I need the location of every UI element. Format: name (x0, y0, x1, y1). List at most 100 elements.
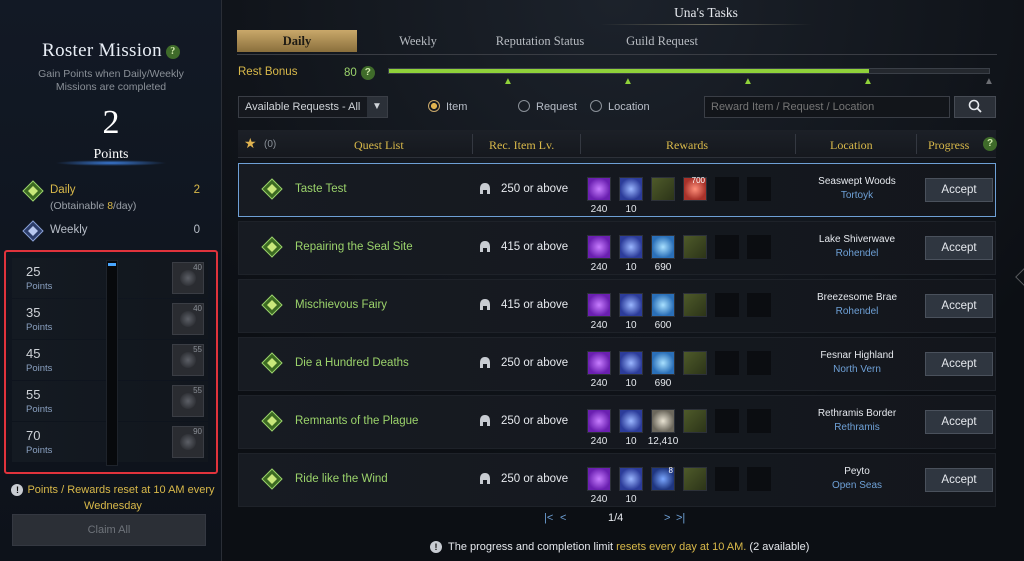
help-icon[interactable]: ? (983, 137, 997, 151)
frame-corner-ornament (1015, 267, 1024, 287)
chevron-down-icon: ▼ (367, 97, 387, 117)
helmet-icon (480, 357, 490, 368)
region-name[interactable]: Tortoyk (797, 190, 917, 201)
region-name[interactable]: Open Seas (797, 480, 917, 491)
accept-button[interactable]: Accept (925, 294, 993, 318)
tab-daily[interactable]: Daily (237, 30, 357, 52)
radio-item[interactable]: Item (428, 100, 467, 113)
quest-row[interactable]: Remnants of the Plague 250 or above 240 10 1… (238, 395, 996, 449)
tier-reward-chest-icon[interactable]: 40 (172, 262, 204, 294)
helmet-icon (480, 473, 490, 484)
blue-gem-icon[interactable] (619, 351, 643, 375)
tier-reward-chest-icon[interactable]: 90 (172, 426, 204, 458)
blue-gem-icon[interactable] (619, 235, 643, 259)
purple-gem-icon[interactable] (587, 351, 611, 375)
silver-coin-icon[interactable] (651, 409, 675, 433)
rest-bonus-fill (389, 69, 869, 73)
tier-reward-chest-icon[interactable]: 55 (172, 385, 204, 417)
feather-icon[interactable] (683, 467, 707, 491)
daily-missions-row: Daily 2 (Obtainable 8/day) (22, 180, 200, 216)
feather-icon[interactable] (683, 235, 707, 259)
blue-gem-icon[interactable] (619, 467, 643, 491)
feather-icon[interactable] (683, 409, 707, 433)
accept-button[interactable]: Accept (925, 178, 993, 202)
tier-reward-qty: 40 (193, 263, 202, 272)
quest-name: Repairing the Seal Site (295, 241, 413, 253)
reward-tiers-panel: 25 Points 40 35 Points 40 45 Points 55 55 Point… (4, 250, 218, 474)
tab-weekly[interactable]: Weekly (359, 30, 477, 52)
purple-gem-icon[interactable] (587, 235, 611, 259)
next-page-button[interactable]: > (664, 512, 670, 524)
weekly-emblem-icon (22, 220, 44, 242)
accept-button[interactable]: Accept (925, 410, 993, 434)
daily-quest-icon (261, 236, 283, 258)
last-page-button[interactable]: >| (676, 512, 685, 524)
radio-request[interactable]: Request (518, 100, 577, 113)
empty-reward-slot (747, 177, 771, 201)
roster-mission-title: Roster Mission? (0, 40, 222, 62)
request-filter-select[interactable]: Available Requests - All ▼ (238, 96, 388, 118)
roster-reset-note: ! Points / Rewards reset at 10 AM every W… (10, 482, 216, 514)
purple-gem-icon[interactable] (587, 467, 611, 491)
blue-crystal-icon[interactable] (651, 351, 675, 375)
empty-reward-slot (747, 351, 771, 375)
help-icon[interactable]: ? (360, 66, 375, 80)
rest-marker-icon: ▲ (863, 76, 873, 87)
quest-row[interactable]: Ride like the Wind 250 or above 240 10 8 Peyt… (238, 453, 996, 507)
first-page-button[interactable]: |< (544, 512, 553, 524)
radio-location[interactable]: Location (590, 100, 650, 113)
radio-unselected-icon (590, 100, 602, 112)
daily-quest-icon (261, 410, 283, 432)
search-input[interactable] (704, 96, 950, 118)
reward-quantity: 10 (625, 204, 637, 215)
blue-potion-icon[interactable]: 8 (651, 466, 675, 491)
region-name[interactable]: Rohendel (797, 248, 917, 259)
purple-gem-icon[interactable] (587, 293, 611, 317)
helmet-icon (480, 183, 490, 194)
rest-bonus-number: 80 (344, 67, 357, 80)
prev-page-button[interactable]: < (560, 512, 566, 524)
tier-reward-chest-icon[interactable]: 55 (172, 344, 204, 376)
accept-button[interactable]: Accept (925, 352, 993, 376)
feather-icon[interactable] (683, 351, 707, 375)
daily-value: 2 (193, 184, 200, 196)
tabs-divider (237, 54, 997, 55)
tier-reward-chest-icon[interactable]: 40 (172, 303, 204, 335)
reward-badge: 700 (691, 176, 705, 185)
quest-row[interactable]: Repairing the Seal Site 415 or above 240 10… (238, 221, 996, 275)
blue-gem-icon[interactable] (619, 409, 643, 433)
region-name[interactable]: Rethramis (797, 422, 917, 433)
blue-crystal-icon[interactable] (651, 293, 675, 317)
select-value: Available Requests - All (245, 101, 361, 113)
location-name: Peyto (844, 466, 870, 477)
tier-points-label: Points (26, 322, 53, 333)
star-icon[interactable]: ★ (244, 135, 257, 152)
footer-pre: The progress and completion limit (448, 541, 617, 553)
region-name[interactable]: Rohendel (797, 306, 917, 317)
tab-reputation-status[interactable]: Reputation Status (479, 30, 601, 52)
feather-icon[interactable] (651, 177, 675, 201)
quest-row[interactable]: Die a Hundred Deaths 250 or above 240 10 690… (238, 337, 996, 391)
footer-post: (2 available) (746, 541, 810, 553)
purple-gem-icon[interactable] (587, 177, 611, 201)
food-icon[interactable]: 700 (683, 176, 707, 201)
blue-gem-icon[interactable] (619, 177, 643, 201)
reward-quantity: 10 (625, 378, 637, 389)
accept-button[interactable]: Accept (925, 468, 993, 492)
reward-quantity: 10 (625, 320, 637, 331)
rest-bonus-value: 80? (344, 66, 375, 80)
quest-row[interactable]: Mischievous Fairy 415 or above 240 10 600 Bre… (238, 279, 996, 333)
purple-gem-icon[interactable] (587, 409, 611, 433)
blue-crystal-icon[interactable] (651, 235, 675, 259)
feather-icon[interactable] (683, 293, 707, 317)
help-icon[interactable]: ? (165, 44, 180, 59)
reward-quantity: 240 (590, 262, 608, 273)
quest-row[interactable]: Taste Test 250 or above 240 10 700 Seaswept W… (238, 163, 996, 217)
blue-gem-icon[interactable] (619, 293, 643, 317)
search-button[interactable] (954, 96, 996, 118)
tab-guild-request[interactable]: Guild Request (603, 30, 721, 52)
radio-request-label: Request (536, 101, 577, 113)
accept-button[interactable]: Accept (925, 236, 993, 260)
claim-all-button[interactable]: Claim All (12, 514, 206, 546)
region-name[interactable]: North Vern (797, 364, 917, 375)
